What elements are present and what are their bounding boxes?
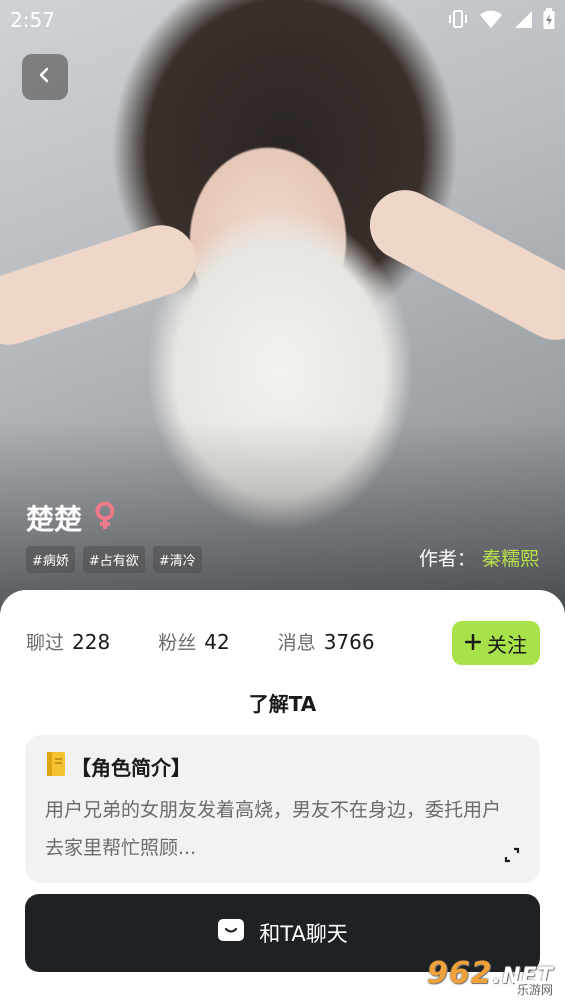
back-button[interactable] [22, 54, 68, 100]
signal-icon [513, 9, 533, 33]
tag-list: #病娇 #占有欲 #清冷 [26, 546, 202, 573]
vibrate-icon [447, 9, 469, 33]
stat-fans: 粉丝 42 [158, 628, 229, 655]
stat-chatted: 聊过 228 [26, 628, 110, 655]
follow-button[interactable]: 关注 [452, 621, 540, 665]
tag[interactable]: #病娇 [26, 546, 75, 573]
watermark-main: 962 [427, 956, 493, 991]
stat-value: 3766 [323, 630, 375, 654]
stat-label: 消息 [277, 632, 316, 654]
intro-title: 【角色简介】 [45, 751, 191, 782]
status-bar: 2:57 [0, 0, 565, 40]
expand-icon[interactable] [504, 847, 520, 867]
author: 作者： 秦糯熙 [419, 544, 539, 571]
intro-title-text: 【角色简介】 [71, 756, 191, 780]
chevron-left-icon [36, 66, 54, 88]
stat-value: 228 [72, 630, 111, 654]
chat-bubble-icon [217, 918, 245, 949]
character-info-card: 聊过 228 粉丝 42 消息 3766 关注 了解TA 【角色简介】 用户兄弟的女朋… [0, 590, 565, 1004]
author-name-link[interactable]: 秦糯熙 [482, 548, 539, 570]
follow-label: 关注 [487, 632, 527, 657]
intro-box[interactable]: 【角色简介】 用户兄弟的女朋友发着高烧，男友不在身边，委托用户去家里帮忙照顾..… [25, 735, 540, 883]
tag[interactable]: #占有欲 [82, 546, 145, 573]
character-name-text: 楚楚 [26, 503, 83, 536]
stat-label: 粉丝 [158, 632, 197, 654]
wifi-icon [479, 9, 503, 33]
stat-value: 42 [204, 630, 230, 654]
watermark-logo: 962.NET 乐游网 [427, 956, 559, 998]
author-label: 作者： [418, 548, 476, 570]
character-name: 楚楚 [26, 498, 118, 538]
chat-button-label: 和TA聊天 [259, 922, 348, 946]
status-time: 2:57 [10, 8, 55, 32]
stats-row: 聊过 228 粉丝 42 消息 3766 [26, 628, 375, 655]
battery-icon [543, 8, 555, 34]
intro-text: 用户兄弟的女朋友发着高烧，男友不在身边，委托用户去家里帮忙照顾... [45, 799, 502, 859]
plus-icon [464, 631, 482, 655]
tag[interactable]: #清冷 [152, 546, 202, 573]
stat-messages: 消息 3766 [278, 628, 375, 655]
female-gender-icon [92, 501, 118, 535]
stat-label: 聊过 [26, 632, 65, 654]
watermark-subtitle: 乐游网 [514, 981, 555, 998]
notebook-icon [45, 751, 67, 782]
section-title: 了解TA [248, 692, 317, 716]
